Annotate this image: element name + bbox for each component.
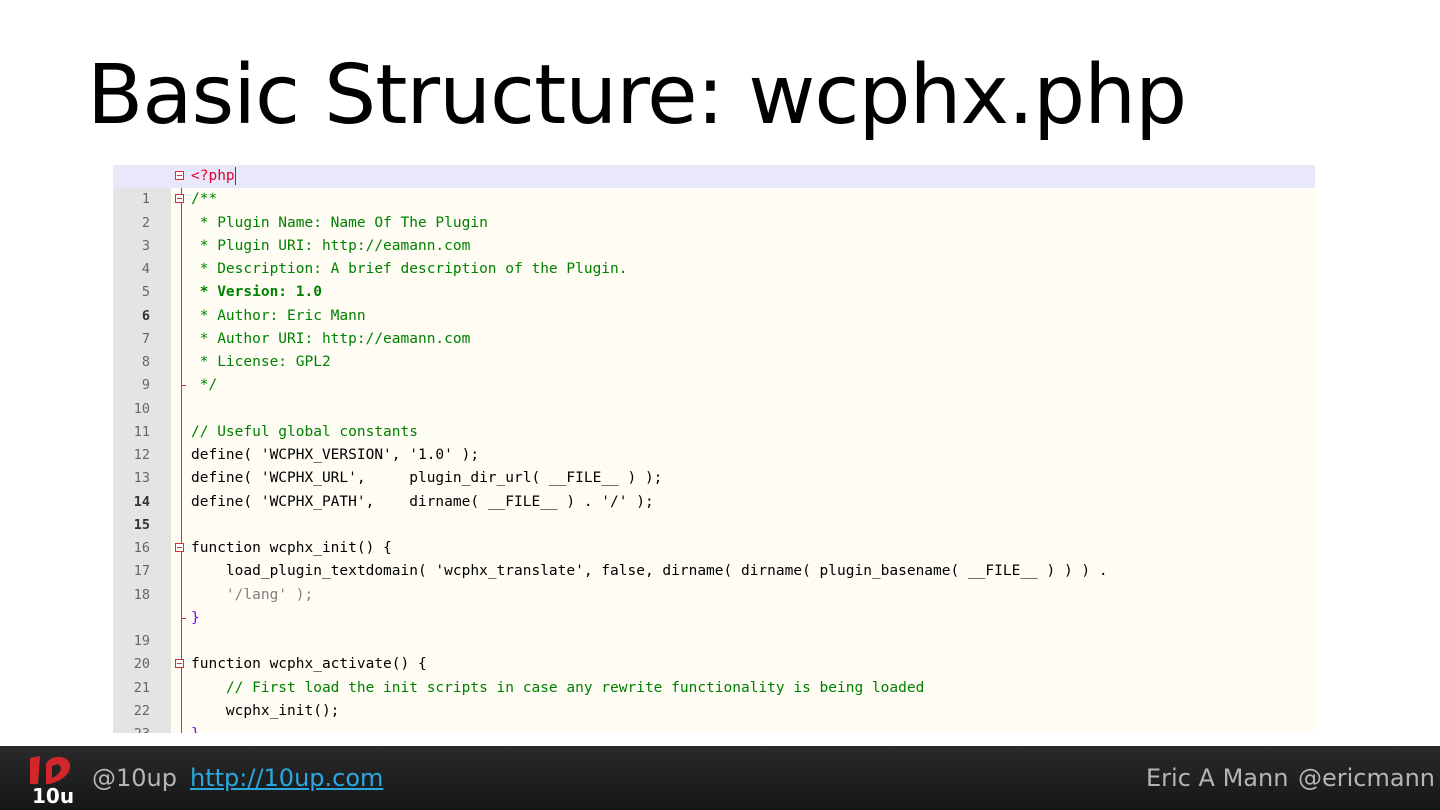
code-text: * Author URI: http://eamann.com: [191, 330, 471, 347]
text-caret: [234, 167, 236, 185]
code-text: * Plugin Name: Name Of The Plugin: [191, 214, 488, 231]
code-text: define( 'WCPHX_VERSION', '1.0' );: [191, 447, 480, 463]
code-line[interactable]: 21 function wcphx_activate() {: [113, 653, 1315, 695]
fold-end-icon: [181, 617, 186, 619]
code-text: }: [191, 609, 200, 626]
code-line[interactable]: 3 * Plugin Name: Name Of The Plugin: [113, 212, 1315, 254]
code-line[interactable]: 6 * Version: 1.0: [113, 281, 1315, 323]
code-line[interactable]: 12 // Useful global constants: [113, 421, 1315, 463]
footer-twitter-handle: @10up: [92, 764, 177, 792]
code-text: * License: GPL2: [191, 354, 331, 370]
svg-text:10up: 10up: [32, 784, 74, 804]
code-line[interactable]: 9 * License: GPL2: [113, 351, 1315, 393]
code-text: '/lang' );: [191, 586, 314, 603]
code-line[interactable]: 16: [113, 514, 1315, 556]
code-line[interactable]: 19 }: [113, 607, 1315, 649]
code-text: function wcphx_activate() {: [191, 656, 427, 673]
code-line[interactable]: 1 <?php: [113, 165, 1315, 207]
10up-logo-icon: 10up: [30, 756, 74, 804]
code-line[interactable]: '/lang' );: [113, 584, 1315, 607]
slide-title: Basic Structure: wcphx.php: [87, 48, 1187, 143]
code-text: // Useful global constants: [191, 423, 418, 440]
code-text: load_plugin_textdomain( 'wcphx_translate…: [191, 563, 1108, 580]
code-line[interactable]: 15 define( 'WCPHX_PATH', dirname( __FILE…: [113, 491, 1315, 533]
code-line[interactable]: 22 // First load the init scripts in cas…: [113, 677, 1315, 719]
code-text: * Description: A brief description of th…: [191, 261, 628, 277]
code-line[interactable]: 13 define( 'WCPHX_VERSION', '1.0' );: [113, 444, 1315, 486]
fold-toggle-icon[interactable]: [175, 171, 184, 180]
code-text: function wcphx_init() {: [191, 540, 392, 556]
code-text: }: [191, 723, 200, 733]
code-text: <?php: [191, 167, 236, 185]
code-text: wcphx_init();: [191, 702, 340, 719]
code-text: * Version: 1.0: [191, 284, 322, 301]
fold-toggle-icon[interactable]: [175, 659, 184, 669]
code-line[interactable]: 11: [113, 398, 1315, 440]
code-text: /**: [191, 191, 218, 208]
code-line[interactable]: 4 * Plugin URI: http://eamann.com: [113, 235, 1315, 277]
footer-url-link[interactable]: http://10up.com: [190, 764, 383, 792]
code-text: define( 'WCPHX_URL', plugin_dir_url( __F…: [191, 470, 663, 487]
code-line[interactable]: 20: [113, 630, 1315, 672]
code-line[interactable]: 23 wcphx_init();: [113, 700, 1315, 733]
code-text: define( 'WCPHX_PATH', dirname( __FILE__ …: [191, 493, 654, 510]
fold-toggle-icon[interactable]: [175, 194, 184, 204]
code-text: */: [191, 377, 218, 394]
code-line[interactable]: 7 * Author: Eric Mann: [113, 305, 1315, 347]
code-text: * Plugin URI: http://eamann.com: [191, 237, 471, 254]
code-line[interactable]: 24 }: [113, 723, 1315, 733]
code-line[interactable]: 2 /**: [113, 188, 1315, 230]
fold-toggle-icon[interactable]: [175, 543, 184, 552]
code-line[interactable]: 14 define( 'WCPHX_URL', plugin_dir_url( …: [113, 467, 1315, 509]
code-text: // First load the init scripts in case a…: [191, 679, 925, 696]
code-line[interactable]: 18 load_plugin_textdomain( 'wcphx_transl…: [113, 560, 1315, 602]
footer-author-handle: @ericmann: [1298, 764, 1436, 792]
code-editor[interactable]: 1 <?php 2 /** 3 * Plugin Name: Name Of T…: [113, 165, 1315, 733]
code-line[interactable]: 17 function wcphx_init() {: [113, 537, 1315, 579]
slide-footer: 10up @10up http://10up.com Eric A Mann @…: [0, 746, 1440, 810]
code-line[interactable]: 8 * Author URI: http://eamann.com: [113, 328, 1315, 370]
code-line[interactable]: 10 */: [113, 374, 1315, 416]
fold-end-icon: [181, 385, 186, 387]
code-line[interactable]: 5 * Description: A brief description of …: [113, 258, 1315, 300]
code-text: * Author: Eric Mann: [191, 307, 366, 324]
footer-author-name: Eric A Mann: [1146, 764, 1289, 792]
